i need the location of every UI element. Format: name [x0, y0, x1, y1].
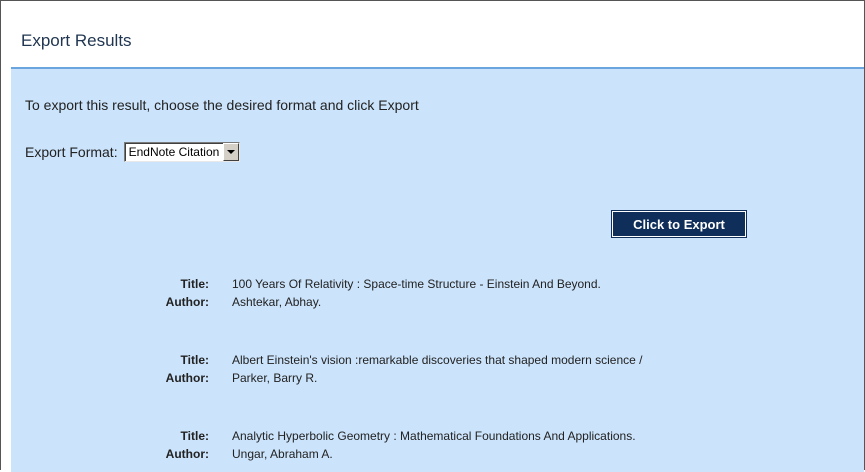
result-author-row: Author: Ungar, Abraham A. — [11, 447, 864, 463]
author-label: Author: — [165, 295, 209, 309]
author-label: Author: — [165, 371, 209, 385]
export-instructions: To export this result, choose the desire… — [25, 97, 419, 113]
title-label: Title: — [180, 429, 209, 443]
result-title-row: Title: Albert Einstein's vision :remarka… — [11, 353, 864, 369]
result-author: Parker, Barry R. — [232, 371, 318, 385]
result-title-row: Title: 100 Years Of Relativity : Space-t… — [11, 277, 864, 293]
result-title: Albert Einstein's vision :remarkable dis… — [232, 353, 643, 367]
author-label: Author: — [165, 447, 209, 461]
result-author: Ashtekar, Abhay. — [232, 295, 322, 309]
result-author-row: Author: Ashtekar, Abhay. — [11, 295, 864, 311]
export-format-label: Export Format: — [25, 144, 118, 160]
result-title-row: Title: Analytic Hyperbolic Geometry : Ma… — [11, 429, 864, 445]
export-format-select[interactable]: EndNote Citation — [123, 142, 241, 162]
export-format-row: Export Format: EndNote Citation — [25, 142, 241, 162]
result-title: Analytic Hyperbolic Geometry : Mathemati… — [232, 429, 636, 443]
title-label: Title: — [180, 277, 209, 291]
result-author-row: Author: Parker, Barry R. — [11, 371, 864, 387]
chevron-down-icon — [227, 150, 236, 154]
result-author: Ungar, Abraham A. — [232, 447, 333, 461]
page-title: Export Results — [21, 31, 132, 50]
export-format-selected-value: EndNote Citation — [128, 145, 220, 159]
export-window: Export Results To export this result, ch… — [0, 0, 865, 472]
page-header: Export Results — [1, 1, 864, 66]
export-panel: To export this result, choose the desire… — [11, 67, 864, 472]
result-title: 100 Years Of Relativity : Space-time Str… — [232, 277, 601, 291]
dropdown-button[interactable] — [223, 143, 240, 161]
click-to-export-button[interactable]: Click to Export — [611, 210, 747, 238]
title-label: Title: — [180, 353, 209, 367]
